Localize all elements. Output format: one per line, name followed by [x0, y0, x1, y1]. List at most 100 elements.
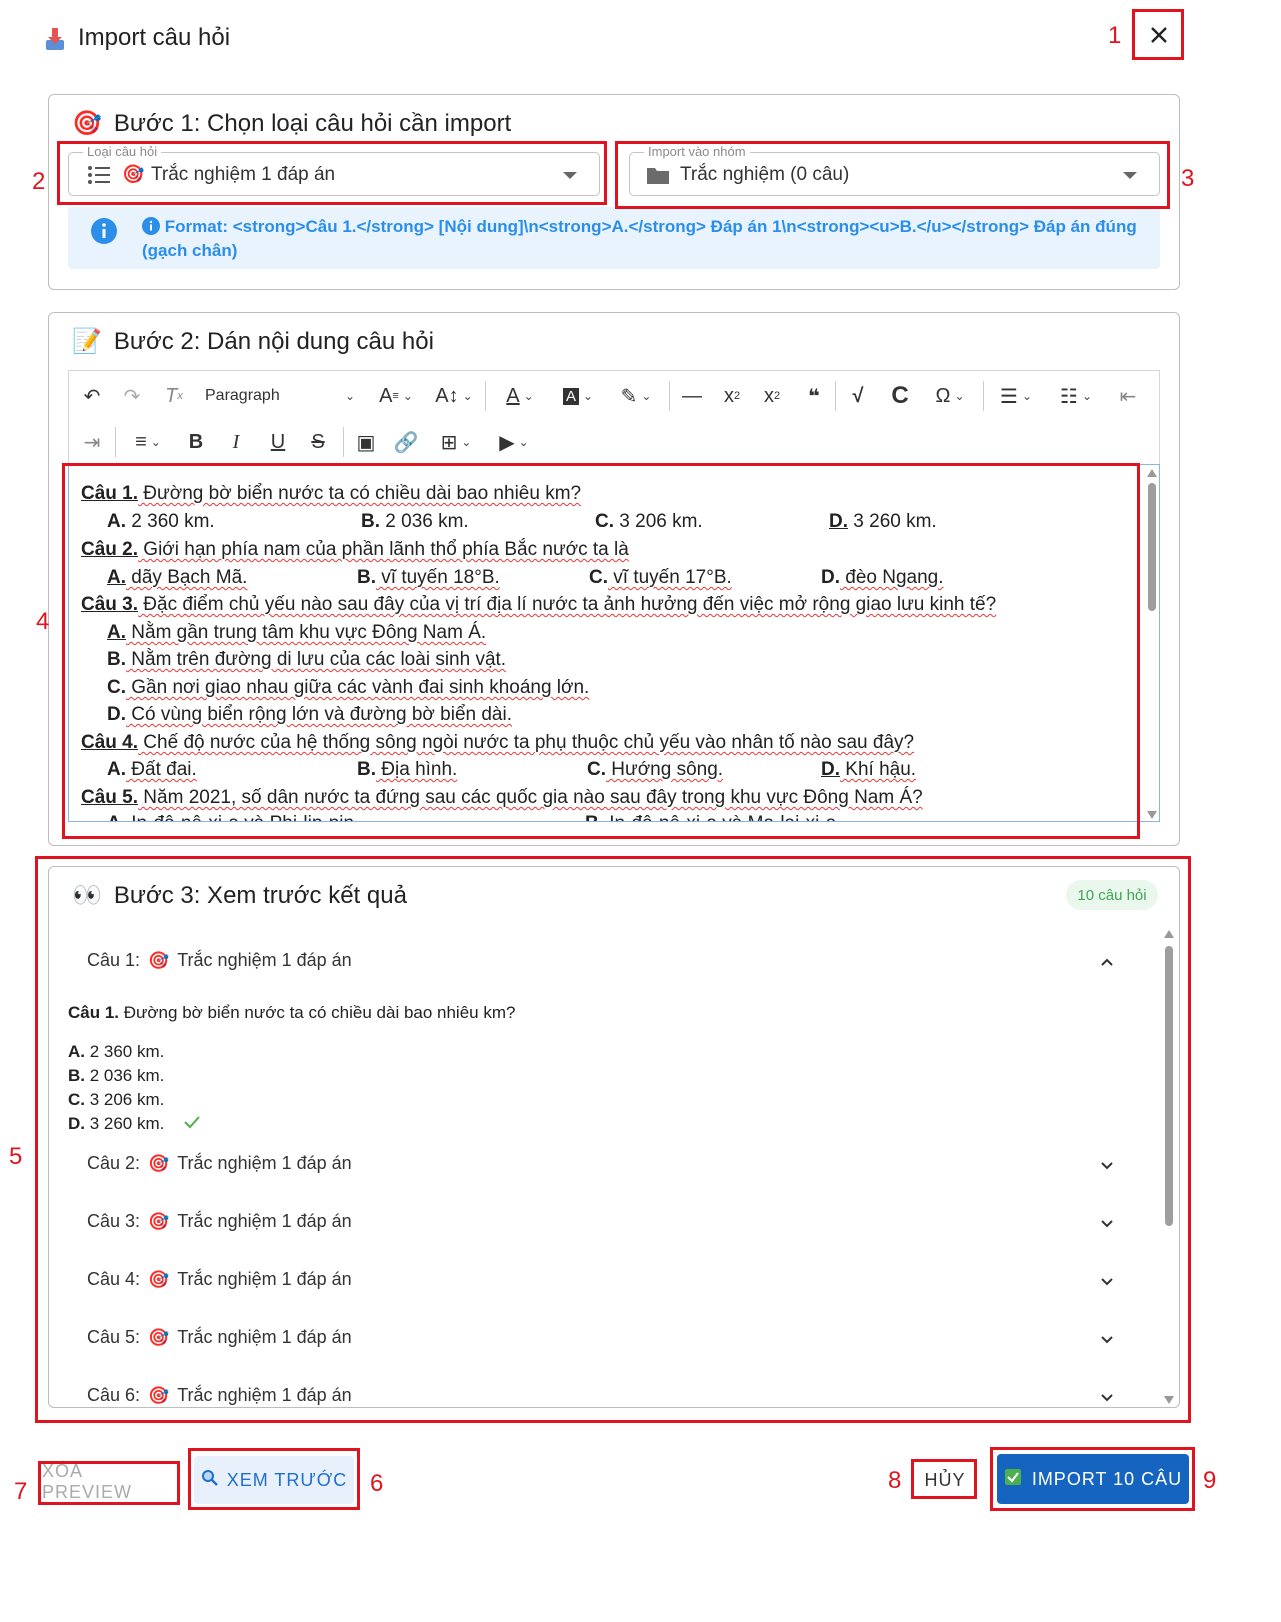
chevron-down-icon[interactable]: [1099, 1390, 1115, 1406]
editor-option: B. In-đô-nê-xi-a và Ma-lai-xi-a.: [585, 813, 842, 821]
target-icon: 🎯: [148, 1386, 170, 1405]
annotation-number: 6: [370, 1470, 384, 1497]
media-icon[interactable]: ▶ ⌄: [491, 427, 537, 457]
preview-question: Câu 1. Đường bờ biển nước ta có chiều dà…: [68, 1003, 516, 1022]
scroll-down-icon[interactable]: [1147, 811, 1157, 819]
preview-item-type: Trắc nghiệm 1 đáp án: [177, 1211, 352, 1231]
format-info-alert: Format: <strong>Câu 1.</strong> [Nội dun…: [68, 207, 1160, 269]
preview-option: A. 2 360 km.: [68, 1042, 165, 1061]
align-icon[interactable]: ≡ ⌄: [125, 427, 171, 457]
scrollbar-thumb[interactable]: [1165, 946, 1173, 1226]
chevron-down-icon[interactable]: [1099, 1158, 1115, 1174]
editor-option: C. Hướng sông.: [587, 759, 724, 780]
clear-preview-button[interactable]: XÓA PREVIEW: [42, 1461, 176, 1502]
editor-option: B. vĩ tuyến 18°B.: [357, 567, 500, 588]
check-icon: [184, 1116, 200, 1129]
highlight-icon[interactable]: ✎ ⌄: [613, 381, 659, 411]
editor-option: C. 3 206 km.: [595, 511, 703, 532]
question-editor[interactable]: Câu 1. Đường bờ biển nước ta có chiều dà…: [68, 464, 1160, 822]
toolbar-divider: [669, 381, 670, 411]
cancel-button[interactable]: HỦY: [914, 1462, 976, 1498]
import-group-select[interactable]: Import vào nhóm Trắc nghiệm (0 câu): [629, 144, 1160, 196]
italic-icon[interactable]: I: [223, 427, 249, 457]
paragraph-label: Paragraph: [205, 387, 280, 404]
editor-option: A. 2 360 km.: [107, 511, 215, 532]
target-icon: 🎯: [148, 1212, 170, 1231]
chevron-down-icon[interactable]: [1099, 1274, 1115, 1290]
preview-item-header[interactable]: Câu 4: 🎯 Trắc nghiệm 1 đáp án: [87, 1269, 352, 1290]
blockquote-icon[interactable]: ❝: [801, 381, 827, 411]
editor-line: Câu 2. Giới hạn phía nam của phần lãnh t…: [81, 539, 629, 560]
scroll-up-icon[interactable]: [1164, 930, 1174, 938]
target-icon: 🎯: [148, 1154, 170, 1173]
annotation-number: 2: [32, 168, 46, 195]
chevron-up-icon[interactable]: [1099, 954, 1115, 970]
preview-button[interactable]: XEM TRƯỚC: [194, 1456, 354, 1504]
strikethrough-icon[interactable]: S: [305, 427, 331, 457]
editor-option: B. Địa hình.: [357, 759, 458, 780]
math-icon[interactable]: √: [845, 381, 871, 411]
question-type-select[interactable]: Loại câu hỏi 🎯 Trắc nghiệm 1 đáp án: [68, 144, 600, 196]
chevron-down-icon[interactable]: [1099, 1216, 1115, 1232]
scroll-down-icon[interactable]: [1164, 1396, 1174, 1404]
format-info-text: Format: <strong>Câu 1.</strong> [Nội dun…: [142, 217, 1137, 260]
bulleted-list-icon[interactable]: ☰ ⌄: [991, 381, 1041, 411]
font-size-icon[interactable]: A↕ ⌄: [431, 381, 477, 411]
preview-item-header[interactable]: Câu 1: 🎯 Trắc nghiệm 1 đáp án: [87, 950, 352, 971]
preview-scrollbar[interactable]: [1163, 930, 1175, 1404]
annotation-number: 7: [14, 1478, 28, 1505]
check-box-icon: [1004, 1468, 1022, 1491]
remove-format-icon[interactable]: Tx: [161, 381, 187, 411]
redo-icon[interactable]: ↷: [119, 381, 145, 411]
chevron-down-icon: [1123, 172, 1137, 179]
background-color-icon[interactable]: A ⌄: [555, 381, 601, 411]
font-color-icon[interactable]: A ⌄: [497, 381, 543, 411]
font-family-icon[interactable]: A ≡ ⌄: [373, 381, 419, 411]
special-char-icon[interactable]: Ω ⌄: [927, 381, 973, 411]
editor-line: Câu 4. Chế độ nước của hệ thống sông ngò…: [81, 732, 915, 753]
editor-toolbar: ↶ ↷ Tx Paragraph ⌄ A ≡ ⌄ A↕ ⌄ A ⌄ A ⌄ ✎ ⌄ — x2 …: [68, 370, 1160, 464]
undo-icon[interactable]: ↶: [79, 381, 105, 411]
scrollbar-thumb[interactable]: [1148, 483, 1156, 611]
editor-line: Câu 5. Năm 2021, số dân nước ta đứng sau…: [81, 787, 923, 808]
image-icon[interactable]: ▣: [353, 427, 379, 457]
preview-item-type: Trắc nghiệm 1 đáp án: [177, 1327, 352, 1347]
outdent-icon[interactable]: ⇤: [1115, 381, 1141, 411]
annotation-number: 8: [888, 1467, 902, 1494]
indent-icon[interactable]: ⇥: [79, 427, 105, 457]
chevron-down-icon[interactable]: [1099, 1332, 1115, 1348]
editor-line: Câu 1. Đường bờ biển nước ta có chiều dà…: [81, 483, 582, 504]
editor-scrollbar[interactable]: [1147, 469, 1157, 819]
underline-icon[interactable]: U: [265, 427, 291, 457]
subscript-icon[interactable]: x2: [719, 381, 745, 411]
preview-item-header[interactable]: Câu 5: 🎯 Trắc nghiệm 1 đáp án: [87, 1327, 352, 1348]
memo-icon: 📝: [72, 328, 102, 355]
editor-option: D. Có vùng biển rộng lớn và đường bờ biể…: [107, 704, 513, 725]
annotation-number: 1: [1108, 22, 1122, 49]
preview-item-header[interactable]: Câu 2: 🎯 Trắc nghiệm 1 đáp án: [87, 1153, 352, 1174]
question-count-badge: 10 câu hỏi: [1066, 880, 1158, 910]
search-icon: [201, 1469, 219, 1492]
close-button[interactable]: [1135, 11, 1183, 59]
preview-item-header[interactable]: Câu 3: 🎯 Trắc nghiệm 1 đáp án: [87, 1211, 352, 1232]
annotation-number: 5: [9, 1143, 23, 1170]
step2-title: 📝 Bước 2: Dán nội dung câu hỏi: [72, 328, 434, 355]
horizontal-line-icon[interactable]: —: [679, 381, 705, 411]
editor-option: A. Nằm gần trung tâm khu vực Đông Nam Á.: [107, 622, 487, 643]
chemistry-icon[interactable]: C: [887, 381, 913, 411]
numbered-list-icon[interactable]: ☷ ⌄: [1051, 381, 1101, 411]
bold-icon[interactable]: B: [183, 427, 209, 457]
preview-item-header[interactable]: Câu 6: 🎯 Trắc nghiệm 1 đáp án: [87, 1385, 352, 1406]
toolbar-divider: [983, 381, 984, 411]
scroll-up-icon[interactable]: [1147, 469, 1157, 477]
editor-option: B. 2 036 km.: [361, 511, 469, 532]
link-icon[interactable]: 🔗: [393, 427, 419, 457]
superscript-icon[interactable]: x2: [759, 381, 785, 411]
preview-item-number: Câu 5:: [87, 1327, 141, 1347]
annotation-number: 3: [1181, 165, 1195, 192]
editor-option: A. dãy Bạch Mã.: [107, 567, 248, 588]
paragraph-select[interactable]: Paragraph ⌄: [205, 381, 355, 411]
import-group-value: Trắc nghiệm (0 câu): [680, 164, 850, 185]
import-button[interactable]: IMPORT 10 CÂU: [997, 1454, 1189, 1504]
table-icon[interactable]: ⊞ ⌄: [433, 427, 479, 457]
